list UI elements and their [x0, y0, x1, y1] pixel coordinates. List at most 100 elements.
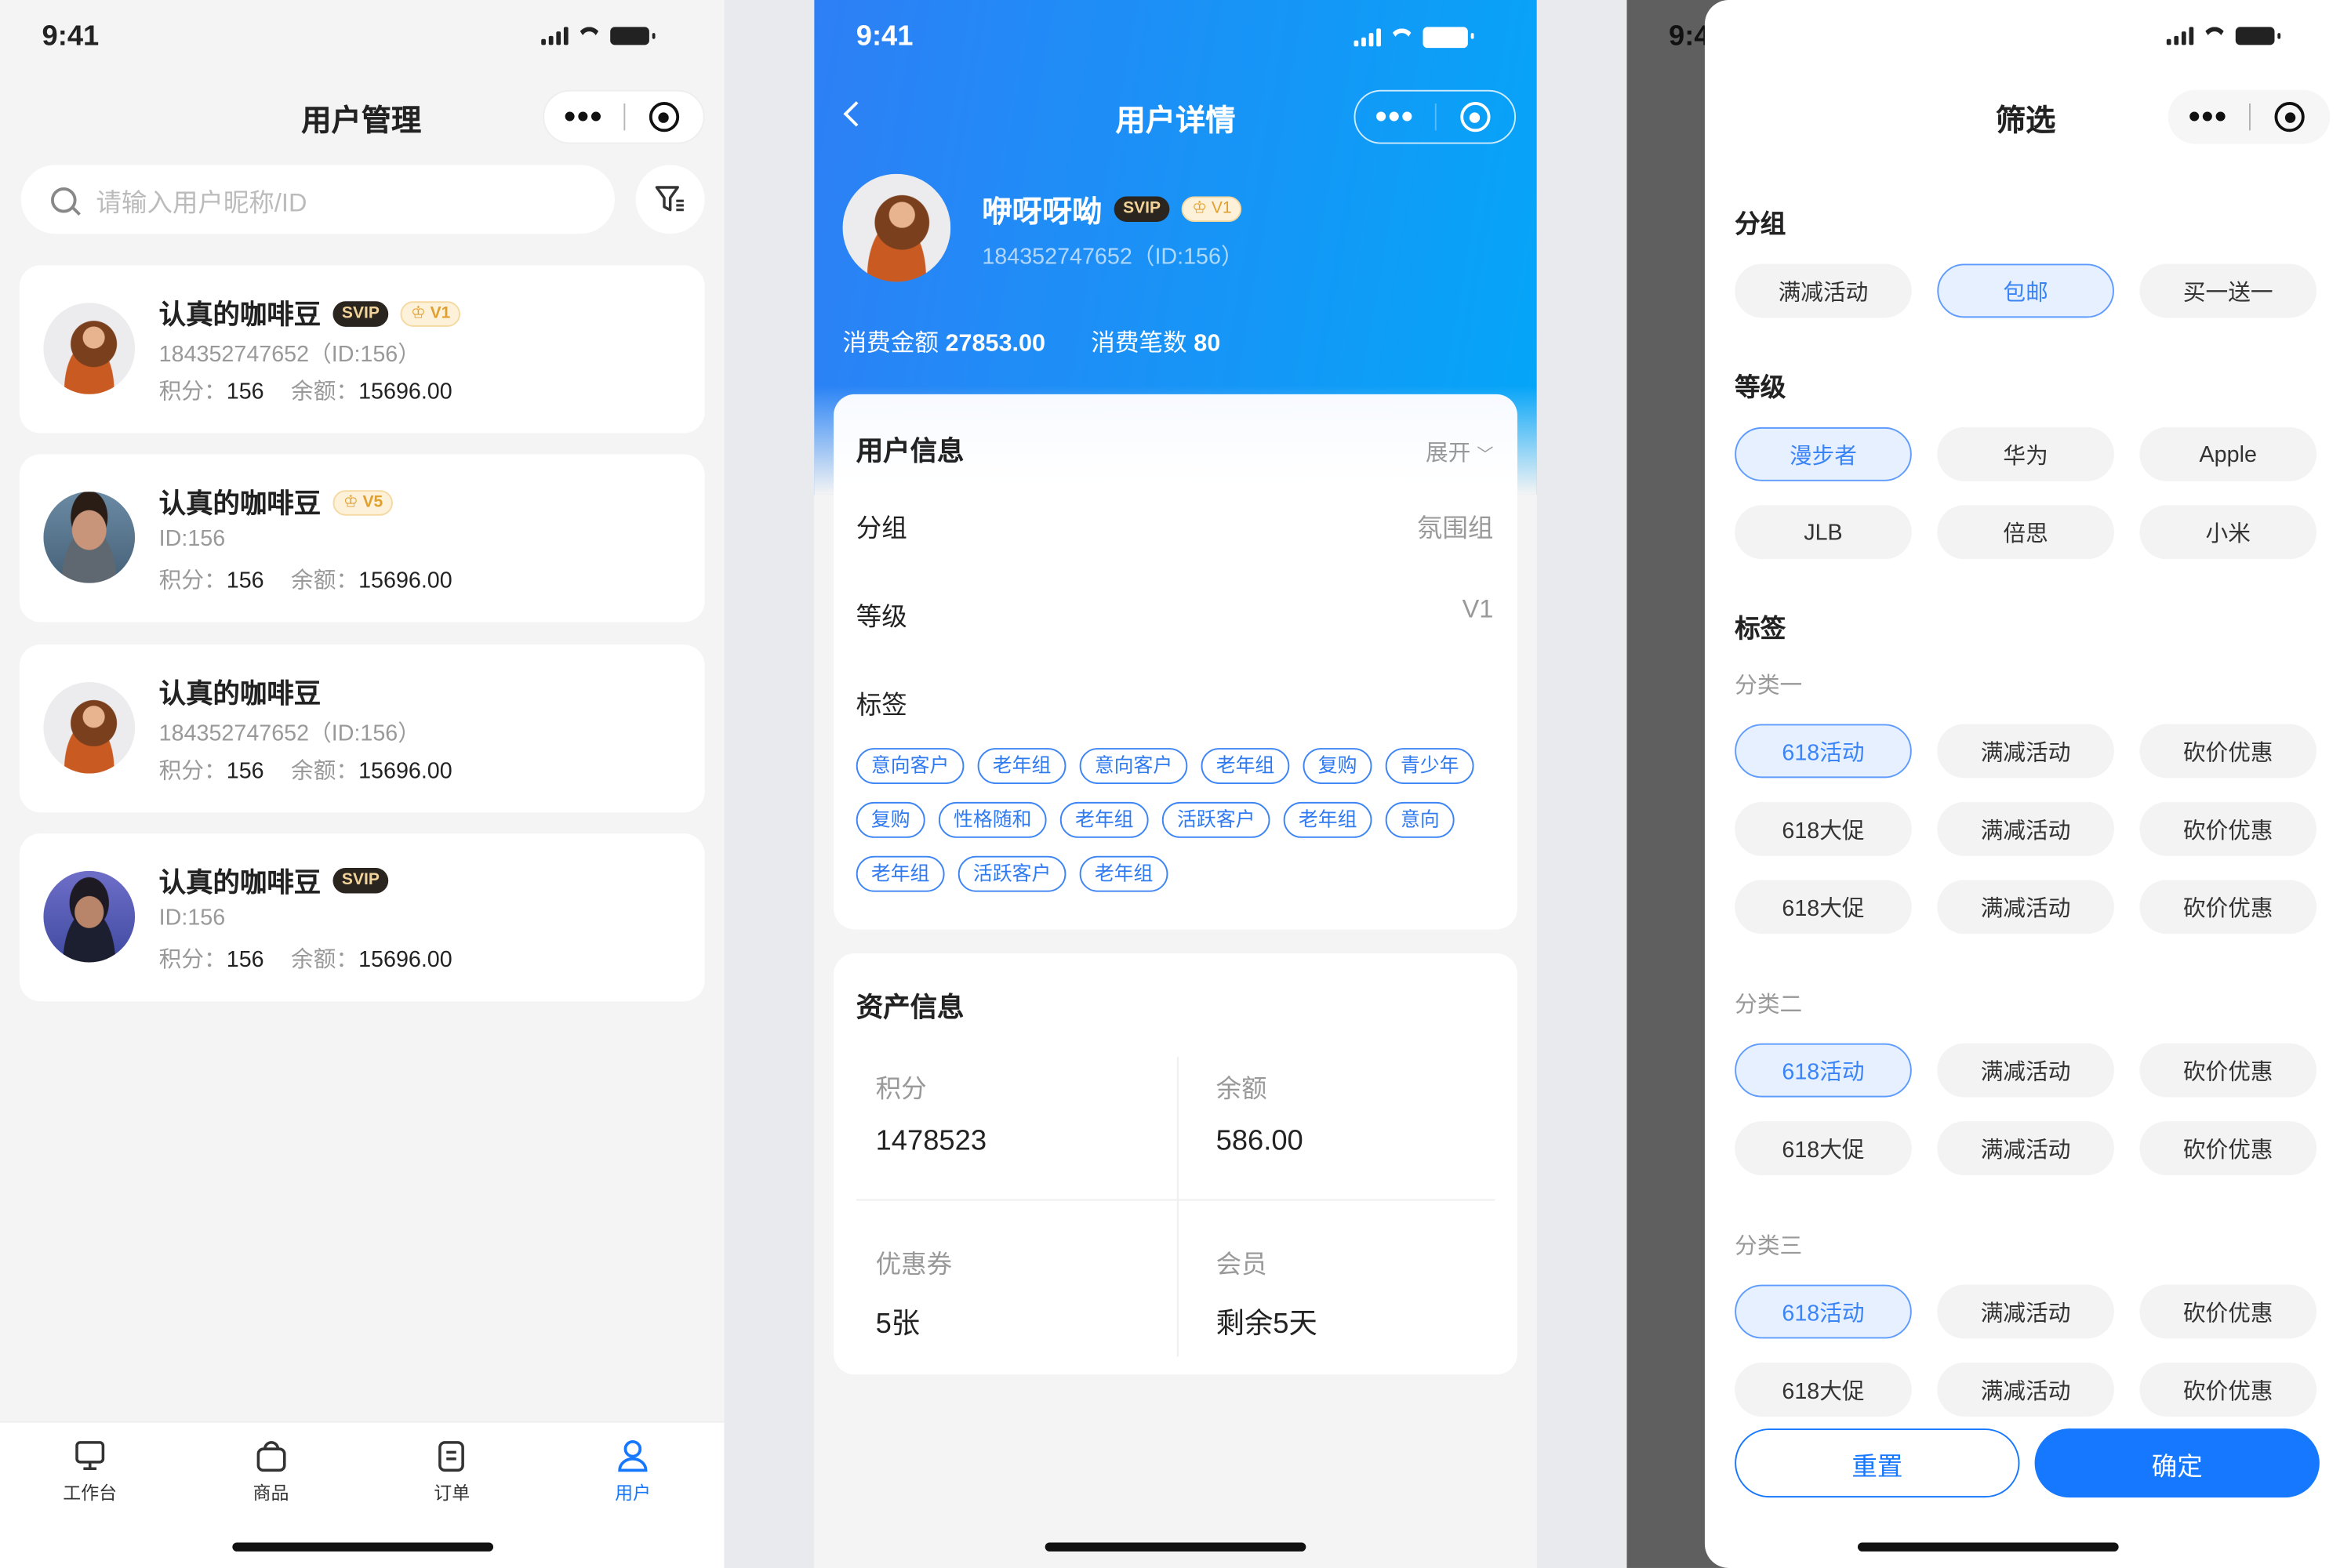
user-card[interactable]: 认真的咖啡豆 184352747652（ID:156） 积分：156 余额：15696… — [19, 644, 705, 812]
tab-商品[interactable]: 商品 — [226, 1438, 316, 1505]
user-name-row: 认真的咖啡豆 ♔ V5 — [159, 483, 394, 522]
confirm-button[interactable]: 确定 — [2034, 1428, 2320, 1498]
crown-icon: ♔ — [343, 492, 358, 511]
filter-chip[interactable]: 618大促 — [1735, 1363, 1912, 1417]
home-indicator — [1045, 1542, 1306, 1552]
more-icon[interactable]: ••• — [2168, 94, 2248, 139]
filter-chip[interactable]: 满减活动 — [1937, 1284, 2114, 1339]
filter-chip[interactable]: 砍价优惠 — [2139, 1363, 2317, 1417]
filter-chip[interactable]: 618活动 — [1735, 724, 1912, 779]
chip-grid: 漫步者 华为 Apple JLB 倍思 小米 — [1735, 426, 2327, 560]
filter-chip[interactable]: 买一送一 — [2139, 263, 2317, 318]
page-title: 用户详情 — [1115, 104, 1236, 138]
filter-chip[interactable]: JLB — [1735, 505, 1912, 560]
filter-chip[interactable]: 618大促 — [1735, 1121, 1912, 1176]
filter-chip[interactable]: 砍价优惠 — [2139, 1121, 2317, 1176]
user-stats: 积分：156 余额：15696.00 — [159, 753, 479, 785]
points-value: 156 — [226, 568, 264, 594]
filter-chip[interactable]: 砍价优惠 — [2139, 724, 2317, 779]
tab-label: 用户 — [615, 1482, 651, 1504]
user-name: 认真的咖啡豆 — [158, 299, 322, 330]
balance-value: 15696.00 — [358, 379, 452, 405]
user-id: 184352747652（ID:156） — [158, 720, 420, 746]
user-card[interactable]: 认真的咖啡豆 SVIP ♔ V1 184352747652（ID:156） 积分：156 余… — [19, 265, 705, 434]
user-name-row: 认真的咖啡豆 SVIP ♔ V1 — [159, 294, 461, 333]
spend-label: 消费金额 — [842, 331, 939, 358]
wifi-icon — [577, 27, 601, 45]
close-target-icon[interactable] — [624, 102, 703, 132]
close-target-icon[interactable] — [2250, 102, 2330, 132]
user-name: 认真的咖啡豆 — [158, 678, 322, 709]
tag-chip: 意向客户 — [1079, 748, 1188, 784]
filter-chip[interactable]: 618大促 — [1735, 880, 1912, 935]
filter-chip[interactable]: 618活动 — [1735, 1284, 1912, 1339]
tag-chip: 活跃客户 — [1161, 801, 1270, 838]
filter-chip[interactable]: 砍价优惠 — [2139, 880, 2317, 935]
subgroup-title: 分类二 — [1735, 992, 1803, 1018]
info-row-label: 分组 — [856, 514, 907, 543]
user-name-row: 认真的咖啡豆 — [159, 673, 321, 712]
info-row-value: 氛围组 — [1416, 514, 1494, 543]
signal-icon — [541, 27, 569, 45]
chip-grid: 满减活动 包邮 买一送一 — [1735, 263, 2327, 318]
expand-toggle[interactable]: 展开 ﹀ — [1426, 436, 1493, 467]
search-input[interactable]: 请输入用户昵称/ID — [20, 165, 615, 234]
points-value: 156 — [226, 379, 264, 405]
filter-chip[interactable]: 砍价优惠 — [2139, 801, 2317, 856]
filter-chip[interactable]: 满减活动 — [1937, 724, 2114, 779]
balance-label: 余额： — [291, 757, 359, 784]
filter-chip[interactable]: 小米 — [2139, 505, 2317, 560]
filter-chip[interactable]: 砍价优惠 — [2139, 1043, 2317, 1098]
filter-button[interactable] — [635, 165, 705, 234]
tab-label: 商品 — [253, 1482, 289, 1504]
tab-订单[interactable]: 订单 — [407, 1438, 497, 1505]
chip-grid: 618活动 满减活动 砍价优惠 618大促 满减活动 砍价优惠 — [1735, 1043, 2327, 1176]
filter-chip[interactable]: 满减活动 — [1937, 1363, 2114, 1417]
tag-chip: 意向 — [1385, 801, 1455, 838]
points-value: 156 — [226, 757, 264, 784]
user-card[interactable]: 认真的咖啡豆 SVIP ID:156 积分：156 余额：15696.00 — [19, 833, 705, 1002]
balance-value: 15696.00 — [358, 568, 452, 594]
asset-value: 5张 — [875, 1308, 921, 1341]
filter-chip[interactable]: 满减活动 — [1937, 801, 2114, 856]
asset-value: 剩余5天 — [1215, 1308, 1317, 1341]
balance-label: 余额： — [291, 379, 359, 405]
filter-chip[interactable]: 618活动 — [1735, 1043, 1912, 1098]
home-indicator — [1857, 1542, 2119, 1552]
filter-screen: 9:41 筛选 ••• 分组 满减活动 包邮 买一送一 等级 漫步者 华为 Apple JLB 倍… — [1626, 0, 2351, 1568]
subgroup-title: 分类三 — [1735, 1233, 1803, 1260]
more-icon[interactable]: ••• — [1355, 94, 1433, 139]
user-id: ID:156 — [158, 526, 226, 553]
filter-sheet: 筛选 ••• 分组 满减活动 包邮 买一送一 等级 漫步者 华为 Apple JLB 倍思 小米 标签… — [1704, 0, 2351, 1568]
tab-工作台[interactable]: 工作台 — [45, 1438, 135, 1505]
filter-chip[interactable]: 满减活动 — [1937, 1121, 2114, 1176]
avatar — [43, 870, 136, 963]
filter-chip[interactable]: 华为 — [1937, 426, 2114, 481]
status-time: 9:41 — [42, 20, 100, 53]
filter-chip[interactable]: Apple — [2139, 426, 2317, 481]
filter-chip[interactable]: 砍价优惠 — [2139, 1284, 2317, 1339]
filter-chip[interactable]: 漫步者 — [1735, 426, 1912, 481]
close-target-icon[interactable] — [1436, 102, 1514, 132]
tag-chip: 意向客户 — [856, 748, 965, 784]
user-info-title: 用户信息 — [856, 436, 965, 466]
home-indicator — [232, 1542, 494, 1552]
filter-chip[interactable]: 满减活动 — [1937, 880, 2114, 935]
filter-chip[interactable]: 满减活动 — [1937, 1043, 2114, 1098]
divider — [856, 1199, 1495, 1201]
reset-button[interactable]: 重置 — [1735, 1428, 2020, 1498]
user-card[interactable]: 认真的咖啡豆 ♔ V5 ID:156 积分：156 余额：15696.00 — [19, 454, 705, 623]
level-badge: ♔ V1 — [1181, 196, 1243, 222]
more-icon[interactable]: ••• — [544, 94, 623, 139]
avatar — [43, 303, 136, 394]
mini-program-capsule: ••• — [1354, 89, 1517, 144]
wifi-icon — [1390, 28, 1415, 47]
filter-chip[interactable]: 倍思 — [1937, 505, 2114, 560]
section-title: 分组 — [1735, 209, 1786, 239]
tab-用户[interactable]: 用户 — [588, 1438, 678, 1505]
signal-icon — [2166, 27, 2194, 45]
search-icon — [51, 187, 81, 216]
filter-chip[interactable]: 满减活动 — [1735, 263, 1912, 318]
filter-chip[interactable]: 618大促 — [1735, 801, 1912, 856]
filter-chip[interactable]: 包邮 — [1937, 263, 2114, 318]
